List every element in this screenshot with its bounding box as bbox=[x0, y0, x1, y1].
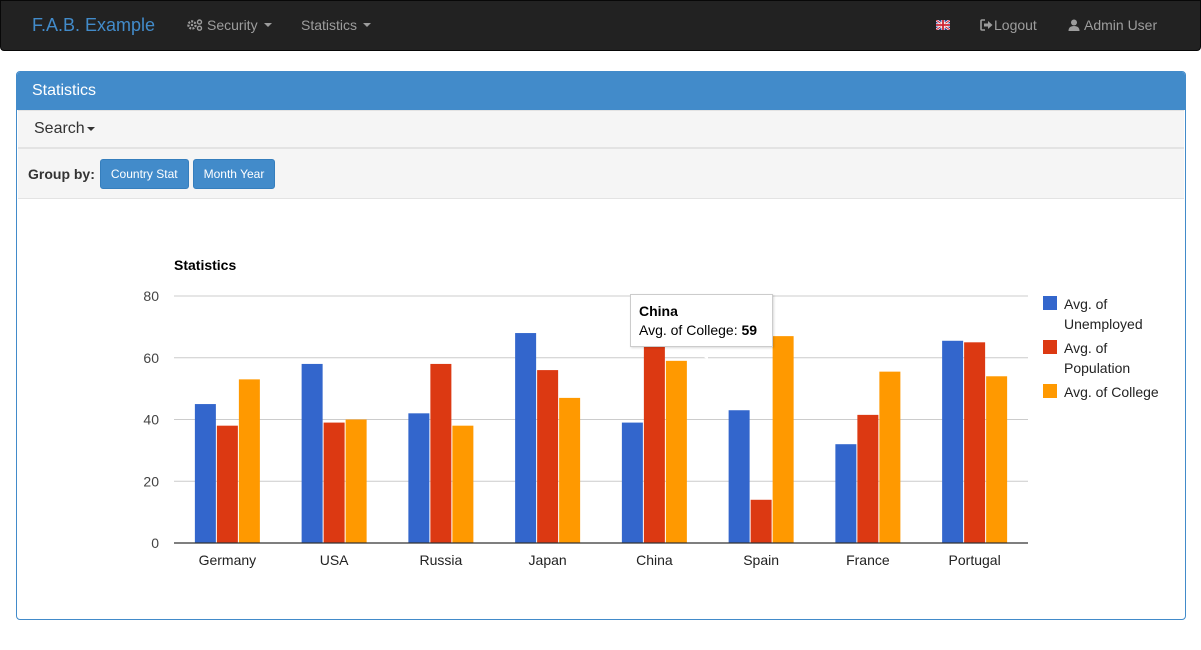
chart-tooltip: China Avg. of College: 59 bbox=[630, 294, 773, 347]
bars bbox=[194, 326, 1008, 544]
bar-france-2[interactable] bbox=[879, 371, 901, 543]
bar-japan-1[interactable] bbox=[537, 370, 559, 543]
bar-china-1[interactable] bbox=[643, 326, 665, 543]
x-tick-label: Russia bbox=[419, 552, 462, 568]
legend-label: Avg. of Population bbox=[1064, 340, 1131, 376]
bar-china-2[interactable] bbox=[665, 360, 687, 543]
x-tick-label: Spain bbox=[743, 552, 779, 568]
legend-item-population[interactable]: Avg. of Population bbox=[1043, 338, 1194, 378]
bar-france-1[interactable] bbox=[857, 414, 879, 543]
tooltip-value: 59 bbox=[741, 322, 758, 338]
tooltip-pointer bbox=[688, 346, 708, 360]
chart-title: Statistics bbox=[174, 257, 236, 273]
legend-label: Avg. of College bbox=[1064, 384, 1159, 400]
bar-portugal-2[interactable] bbox=[986, 376, 1008, 543]
bar-russia-0[interactable] bbox=[408, 413, 430, 543]
bar-spain-2[interactable] bbox=[772, 336, 794, 543]
bar-japan-2[interactable] bbox=[559, 397, 581, 543]
bar-germany-0[interactable] bbox=[194, 404, 216, 543]
y-tick-label: 80 bbox=[143, 288, 159, 304]
y-tick-label: 40 bbox=[143, 412, 159, 428]
y-tick-label: 60 bbox=[143, 350, 159, 366]
x-tick-label: China bbox=[636, 552, 673, 568]
bar-germany-1[interactable] bbox=[216, 425, 238, 543]
bar-spain-0[interactable] bbox=[728, 410, 750, 543]
y-tick-label: 20 bbox=[143, 473, 159, 489]
legend-item-unemployed[interactable]: Avg. of Unemployed bbox=[1043, 294, 1194, 334]
legend-label: Avg. of Unemployed bbox=[1064, 296, 1143, 332]
y-axis-ticks: 0 20 40 60 80 bbox=[143, 288, 159, 551]
x-tick-label: Germany bbox=[199, 552, 257, 568]
tooltip-body: Avg. of College: 59 bbox=[639, 322, 764, 338]
bar-china-0[interactable] bbox=[621, 422, 643, 543]
bar-portugal-0[interactable] bbox=[942, 340, 964, 543]
bar-chart: Statistics 0 20 40 60 80 Germany USA Russia Jap… bbox=[143, 257, 1028, 568]
tooltip-label: Avg. of College: bbox=[639, 322, 742, 338]
x-axis-ticks: Germany USA Russia Japan China Spain France Por… bbox=[199, 552, 1001, 568]
bar-japan-0[interactable] bbox=[515, 333, 537, 543]
legend-swatch bbox=[1043, 384, 1057, 398]
x-tick-label: France bbox=[846, 552, 890, 568]
bar-germany-2[interactable] bbox=[238, 379, 260, 543]
legend-swatch bbox=[1043, 340, 1057, 354]
tooltip-title: China bbox=[639, 303, 678, 319]
bar-spain-1[interactable] bbox=[750, 499, 772, 543]
bar-russia-1[interactable] bbox=[430, 363, 452, 543]
bar-usa-2[interactable] bbox=[345, 419, 367, 544]
bar-russia-2[interactable] bbox=[452, 425, 474, 543]
bar-usa-1[interactable] bbox=[323, 422, 345, 543]
x-tick-label: Portugal bbox=[949, 552, 1001, 568]
y-tick-label: 0 bbox=[151, 535, 159, 551]
legend-item-college[interactable]: Avg. of College bbox=[1043, 382, 1194, 402]
bar-france-0[interactable] bbox=[835, 444, 857, 543]
legend-swatch bbox=[1043, 296, 1057, 310]
x-tick-label: USA bbox=[320, 552, 349, 568]
chart-legend: Avg. of Unemployed Avg. of Population Av… bbox=[1043, 294, 1194, 406]
bar-usa-0[interactable] bbox=[301, 363, 323, 543]
x-tick-label: Japan bbox=[529, 552, 567, 568]
bar-portugal-1[interactable] bbox=[964, 342, 986, 543]
